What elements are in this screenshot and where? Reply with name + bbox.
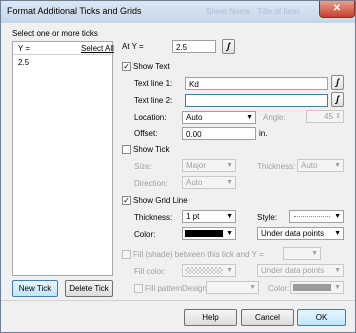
dotted-line-preview (294, 216, 330, 217)
fill-color-label: Fill color: (134, 267, 167, 276)
show-text-label: Show Text (133, 62, 170, 71)
footer-divider (1, 300, 355, 301)
tick-list-header: Y = Select All (13, 42, 114, 55)
grid-color-label: Color: (134, 230, 156, 239)
chevron-down-icon: ▼ (249, 284, 256, 291)
offset-input[interactable]: 0.00 (182, 127, 256, 140)
background-title: Sheet Name · Title of Item (206, 7, 299, 16)
size-select[interactable]: Major ▼ (182, 159, 236, 172)
fill-layer-value: Under data points (261, 266, 325, 275)
delete-tick-button[interactable]: Delete Tick (65, 280, 113, 297)
fill-pattern-label: Fill pattern (145, 284, 183, 293)
select-ticks-caption: Select one or more ticks (12, 29, 98, 38)
color-swatch (185, 230, 223, 237)
size-label: Size: (134, 162, 152, 171)
text-line1-input[interactable]: Kd (185, 77, 328, 90)
grid-thickness-select[interactable]: 1 pt ▼ (182, 210, 236, 223)
checker-swatch (185, 267, 223, 274)
fill-between-label: Fill (shade) between this tick and Y = (133, 250, 264, 259)
fill-color-select[interactable]: ▼ (182, 264, 236, 277)
select-all-link[interactable]: Select All (81, 44, 114, 53)
at-y-formula-button[interactable]: ʃ (222, 39, 235, 54)
grid-style-select[interactable]: ▼ (289, 210, 344, 223)
list-item-value: 2.5 (18, 58, 30, 67)
angle-label: Angle: (263, 113, 286, 122)
show-tick-checkbox[interactable] (122, 145, 131, 154)
close-button[interactable]: ✕ (319, 1, 355, 18)
chevron-down-icon: ▼ (226, 267, 233, 274)
formula-icon: ʃ (336, 94, 339, 104)
chevron-down-icon: ▼ (334, 162, 341, 169)
angle-value: 45 (324, 112, 333, 121)
text-line2-formula-button[interactable]: ʃ (331, 92, 344, 107)
ok-button[interactable]: OK (297, 309, 346, 326)
design-select[interactable]: ▼ (206, 281, 259, 294)
help-button[interactable]: Help (184, 309, 237, 326)
text-line1-label: Text line 1: (134, 79, 173, 88)
location-label: Location: (134, 113, 167, 122)
at-y-label: At Y = (122, 42, 144, 51)
fill-between-select[interactable]: ▼ (283, 247, 321, 260)
at-y-input[interactable]: 2.5 (172, 40, 216, 53)
fill-between-checkbox[interactable] (122, 250, 131, 259)
grid-thickness-value: 1 pt (186, 212, 200, 221)
grid-style-label: Style: (257, 213, 278, 222)
grid-color-select[interactable]: ▼ (182, 227, 236, 240)
tick-thickness-select[interactable]: Auto ▼ (297, 159, 344, 172)
text-line2-input[interactable] (185, 94, 328, 107)
fill-pattern-checkbox[interactable] (134, 284, 143, 293)
list-item[interactable]: 2.5 (13, 57, 112, 69)
window-title: Format Additional Ticks and Grids (7, 6, 142, 16)
chevron-down-icon: ▼ (334, 230, 341, 237)
show-text-checkbox[interactable]: ✓ (122, 62, 131, 71)
chevron-down-icon: ▼ (226, 179, 233, 186)
location-select[interactable]: Auto ▼ (182, 111, 256, 124)
grid-layer-value: Under data points (261, 229, 325, 238)
chevron-down-icon: ▼ (334, 284, 341, 291)
y-column-header: Y = (18, 44, 31, 53)
title-bar: Format Additional Ticks and Grids Sheet … (1, 1, 355, 23)
show-tick-label: Show Tick (133, 145, 170, 154)
cancel-button[interactable]: Cancel (241, 309, 294, 326)
location-value: Auto (186, 113, 203, 122)
offset-unit: in. (259, 129, 268, 138)
new-tick-button[interactable]: New Tick (12, 280, 58, 297)
show-grid-line-label: Show Grid Line (133, 196, 188, 205)
chevron-down-icon: ▼ (226, 162, 233, 169)
pattern-color-label: Color: (268, 284, 290, 293)
close-icon: ✕ (332, 3, 342, 14)
direction-label: Direction: (134, 179, 168, 188)
formula-icon: ʃ (336, 77, 339, 87)
grid-layer-select[interactable]: Under data points ▼ (257, 227, 344, 240)
tick-list[interactable]: Y = Select All 2.5 (12, 41, 114, 276)
tick-thickness-label: Thickness: (257, 162, 296, 171)
chevron-down-icon: ▼ (226, 230, 233, 237)
grid-thickness-label: Thickness: (134, 213, 173, 222)
text-line1-formula-button[interactable]: ʃ (331, 75, 344, 90)
chevron-down-icon: ▼ (334, 213, 341, 220)
angle-spinner[interactable]: 45 ⇕ (306, 110, 344, 123)
fill-layer-select[interactable]: Under data points ▼ (257, 264, 344, 277)
text-line2-label: Text line 2: (134, 96, 173, 105)
show-grid-line-checkbox[interactable]: ✓ (122, 196, 131, 205)
size-value: Major (186, 161, 207, 170)
offset-label: Offset: (134, 129, 158, 138)
format-ticks-dialog: Format Additional Ticks and Grids Sheet … (0, 0, 356, 333)
chevron-down-icon: ▼ (226, 213, 233, 220)
direction-select[interactable]: Auto ▼ (182, 176, 236, 189)
spinner-icon: ⇕ (335, 113, 341, 120)
tick-thickness-value: Auto (301, 161, 318, 170)
direction-value: Auto (186, 178, 203, 187)
pattern-color-select[interactable]: ▼ (290, 281, 344, 294)
chevron-down-icon: ▼ (246, 114, 253, 121)
chevron-down-icon: ▼ (334, 267, 341, 274)
color-swatch (293, 284, 331, 291)
chevron-down-icon: ▼ (311, 250, 318, 257)
formula-icon: ʃ (227, 41, 230, 51)
